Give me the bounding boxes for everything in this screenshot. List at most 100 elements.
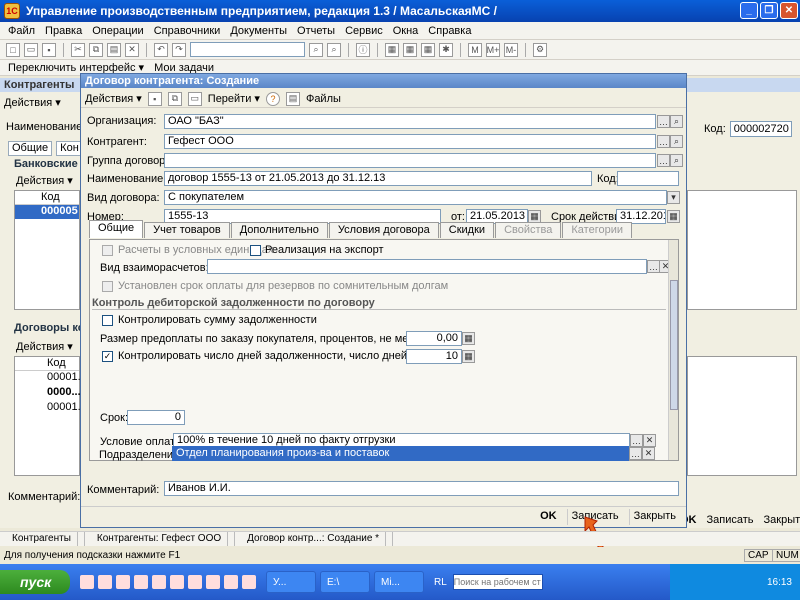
- org-field[interactable]: ОАО "БАЗ": [164, 114, 656, 129]
- tab-goods[interactable]: Учет товаров: [144, 222, 230, 238]
- calendar-icon[interactable]: ▦: [667, 210, 680, 223]
- bg-tab-general[interactable]: Общие: [8, 141, 53, 156]
- search-combo[interactable]: [190, 42, 305, 57]
- tab-categories[interactable]: Категории: [562, 222, 632, 238]
- bg-actions3-menu[interactable]: Действия ▾: [16, 340, 73, 353]
- language-indicator[interactable]: RL: [434, 577, 447, 588]
- cond-units-checkbox[interactable]: [102, 245, 113, 256]
- close-button[interactable]: Закрыть: [628, 508, 680, 525]
- close-icon[interactable]: ✕: [780, 2, 798, 19]
- quicklaunch-icon[interactable]: [116, 575, 130, 589]
- quicklaunch-icon[interactable]: [170, 575, 184, 589]
- search-icon[interactable]: ⌕: [670, 135, 683, 148]
- bg-code-field[interactable]: 000002720: [729, 121, 792, 137]
- dept-field[interactable]: Отдел планирования произ-ва и поставок: [172, 446, 629, 461]
- memory-mminus-icon[interactable]: M-: [504, 42, 518, 57]
- panel-scrollbar[interactable]: [668, 240, 678, 460]
- select-dots-icon[interactable]: …: [630, 434, 643, 447]
- scrollbar-thumb[interactable]: [670, 280, 678, 410]
- select-dots-icon[interactable]: …: [657, 154, 670, 167]
- select-dots-icon[interactable]: …: [657, 135, 670, 148]
- calc-icon[interactable]: ▦: [403, 42, 417, 57]
- quicklaunch-icon[interactable]: [224, 575, 238, 589]
- taskbar-item-word[interactable]: Mi...: [374, 571, 424, 593]
- quicklaunch-icon[interactable]: [134, 575, 148, 589]
- menu-service[interactable]: Сервис: [345, 25, 383, 37]
- redo-icon[interactable]: ↷: [172, 42, 186, 57]
- taskbar-item-1c[interactable]: У...: [266, 571, 316, 593]
- info-icon[interactable]: ⓘ: [356, 42, 370, 57]
- cut-icon[interactable]: ✂: [71, 42, 85, 57]
- tab-general[interactable]: Общие: [89, 220, 144, 238]
- table-row[interactable]: 00001...: [15, 401, 87, 416]
- goto-menu[interactable]: Перейти ▾: [208, 92, 260, 105]
- files-button[interactable]: Файлы: [306, 93, 341, 105]
- tab-discounts[interactable]: Скидки: [439, 222, 495, 238]
- restore-icon[interactable]: ❐: [760, 2, 778, 19]
- tab-properties[interactable]: Свойства: [495, 222, 562, 238]
- menu-file[interactable]: Файл: [8, 25, 35, 37]
- calculator-icon[interactable]: ▦: [462, 350, 475, 363]
- copy-icon[interactable]: ⧉: [89, 42, 103, 57]
- table-row[interactable]: 00001...: [15, 371, 87, 386]
- contractor-field[interactable]: Гефест ООО: [164, 134, 656, 149]
- code-field[interactable]: [617, 171, 679, 186]
- comment-field[interactable]: Иванов И.И.: [164, 481, 679, 496]
- clear-icon[interactable]: ✕: [642, 447, 655, 460]
- days-field[interactable]: 10: [406, 349, 462, 364]
- memory-m-icon[interactable]: M: [468, 42, 482, 57]
- save-icon[interactable]: ▪: [147, 91, 162, 106]
- menu-documents[interactable]: Документы: [230, 25, 287, 37]
- taskbar-item-explorer[interactable]: E:\: [320, 571, 370, 593]
- window-tab-contractors[interactable]: Контрагенты: [0, 532, 85, 546]
- doubtful-checkbox[interactable]: [102, 281, 113, 292]
- search-icon[interactable]: ⌕: [670, 154, 683, 167]
- window-tab-contractor-gefest[interactable]: Контрагенты: Гефест ООО: [85, 532, 236, 546]
- quicklaunch-icon[interactable]: [98, 575, 112, 589]
- minimize-icon[interactable]: _: [740, 2, 758, 19]
- open-icon[interactable]: ▭: [24, 42, 38, 57]
- menu-windows[interactable]: Окна: [393, 25, 419, 37]
- find-next-icon[interactable]: ⌕: [327, 42, 341, 57]
- table-row[interactable]: 000005: [15, 205, 79, 219]
- quicklaunch-icon[interactable]: [80, 575, 94, 589]
- find-icon[interactable]: ⌕: [309, 42, 323, 57]
- bg-actions2-menu[interactable]: Действия ▾: [16, 174, 73, 187]
- bg-close-button[interactable]: Закрыть: [764, 514, 800, 526]
- clear-icon[interactable]: ✕: [643, 434, 656, 447]
- kind-select[interactable]: С покупателем: [164, 190, 667, 205]
- menu-edit[interactable]: Правка: [45, 25, 82, 37]
- quicklaunch-icon[interactable]: [206, 575, 220, 589]
- bg-tab-contacts[interactable]: Кон: [56, 141, 83, 156]
- bg-save-button[interactable]: Записать: [707, 514, 754, 526]
- files-icon[interactable]: ▤: [285, 91, 300, 106]
- help-icon[interactable]: ?: [265, 91, 280, 106]
- calendar-icon[interactable]: ▦: [385, 42, 399, 57]
- paste-icon[interactable]: ▤: [107, 42, 121, 57]
- menu-help[interactable]: Справка: [428, 25, 471, 37]
- quicklaunch-icon[interactable]: [188, 575, 202, 589]
- menu-reports[interactable]: Отчеты: [297, 25, 335, 37]
- quicklaunch-icon[interactable]: [242, 575, 256, 589]
- control-sum-checkbox[interactable]: [102, 315, 113, 326]
- undo-icon[interactable]: ↶: [154, 42, 168, 57]
- select-dots-icon[interactable]: …: [629, 447, 642, 460]
- settle-field[interactable]: [207, 259, 647, 274]
- new-icon[interactable]: □: [6, 42, 20, 57]
- tab-conditions[interactable]: Условия договора: [328, 222, 439, 238]
- memory-mplus-icon[interactable]: M+: [486, 42, 500, 57]
- my-tasks-button[interactable]: Мои задачи: [154, 62, 214, 74]
- calculator-icon[interactable]: ▦: [462, 332, 475, 345]
- group-field[interactable]: [164, 153, 656, 168]
- export-checkbox[interactable]: [250, 245, 261, 256]
- dialog-actions-menu[interactable]: Действия ▾: [85, 92, 142, 105]
- menu-references[interactable]: Справочники: [154, 25, 221, 37]
- select-dots-icon[interactable]: …: [657, 115, 670, 128]
- name-field[interactable]: договор 1555-13 от 21.05.2013 до 31.12.1…: [164, 171, 592, 186]
- puzzle-icon[interactable]: ✱: [439, 42, 453, 57]
- goto-icon[interactable]: ▭: [187, 91, 202, 106]
- delete-icon[interactable]: ✕: [125, 42, 139, 57]
- tab-additional[interactable]: Дополнительно: [230, 222, 328, 238]
- table-row[interactable]: 0000...: [15, 386, 81, 401]
- desktop-search-input[interactable]: [452, 574, 543, 590]
